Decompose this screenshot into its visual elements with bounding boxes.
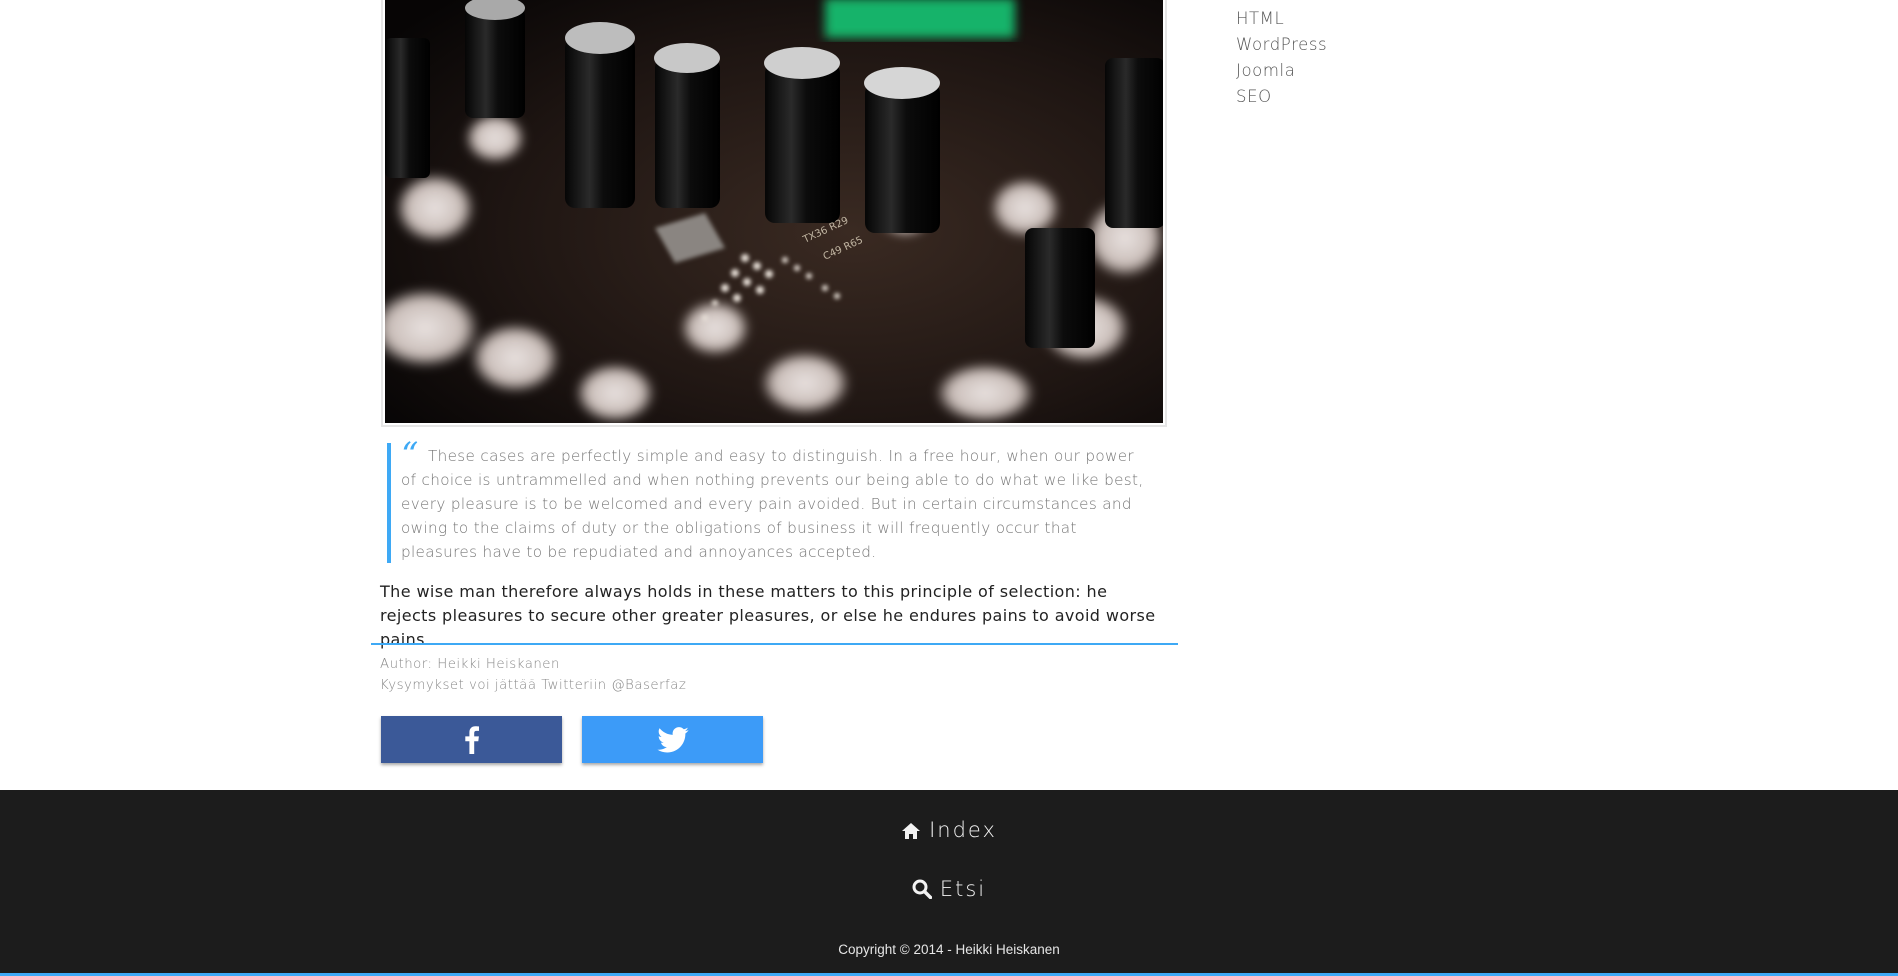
sidebar-link-joomla[interactable]: Joomla bbox=[1236, 58, 1327, 84]
site-footer: Index Etsi Copyright © 2014 - Heikki Hei… bbox=[0, 790, 1898, 976]
copyright-text: Copyright © 2014 - Heikki Heiskanen bbox=[838, 942, 1060, 957]
facebook-share-button[interactable] bbox=[381, 716, 562, 763]
quote-text: These cases are perfectly simple and eas… bbox=[401, 447, 1144, 561]
author-line: Author: Heikki Heiskanen bbox=[380, 657, 560, 672]
footer-index-link[interactable]: Index bbox=[0, 818, 1898, 845]
facebook-icon bbox=[464, 725, 479, 754]
sidebar-categories: HTML WordPress Joomla SEO bbox=[1236, 6, 1327, 110]
twitter-icon bbox=[656, 726, 689, 752]
article-paragraph: The wise man therefore always holds in t… bbox=[380, 582, 1156, 649]
article-meta: Author: Heikki Heiskanen Kysymykset voi … bbox=[380, 654, 686, 696]
article-divider bbox=[371, 643, 1178, 645]
footer-search-link[interactable]: Etsi bbox=[0, 877, 1898, 904]
quote-mark-icon: “ bbox=[401, 435, 419, 475]
footer-index-label: Index bbox=[929, 818, 997, 842]
twitter-note: Kysymykset voi jättää Twitteriin @Baserf… bbox=[380, 678, 687, 693]
circuit-board-image: C49 R65 TX36 R29 bbox=[385, 0, 1163, 423]
twitter-share-button[interactable] bbox=[582, 716, 763, 763]
home-icon bbox=[901, 821, 921, 845]
sidebar-link-wordpress[interactable]: WordPress bbox=[1236, 32, 1327, 58]
article-blockquote: “ These cases are perfectly simple and e… bbox=[387, 435, 1157, 563]
search-icon bbox=[912, 879, 933, 904]
sidebar-link-html[interactable]: HTML bbox=[1236, 6, 1327, 32]
article-image: C49 R65 TX36 R29 bbox=[381, 0, 1167, 427]
sidebar-link-seo[interactable]: SEO bbox=[1236, 84, 1327, 110]
footer-search-label: Etsi bbox=[939, 877, 987, 901]
